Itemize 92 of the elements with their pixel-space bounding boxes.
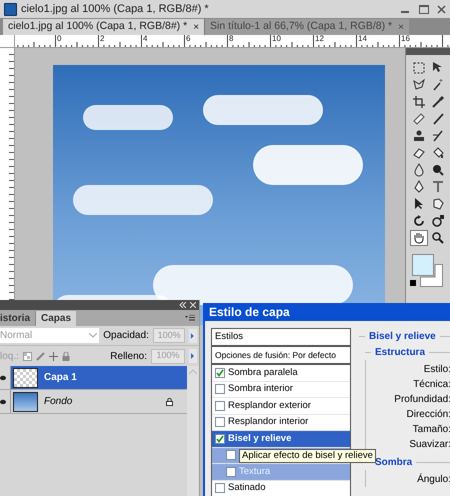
checkerboard-icon[interactable] — [22, 352, 32, 360]
move-icon — [430, 61, 444, 75]
ruler-number: 8 — [229, 35, 234, 43]
background-swatch[interactable] — [420, 264, 443, 287]
shape-icon — [430, 197, 444, 211]
checkbox[interactable] — [215, 417, 225, 428]
checkbox[interactable] — [215, 434, 225, 444]
style-item[interactable]: Resplandor exterior — [212, 398, 350, 414]
checkbox[interactable] — [226, 450, 236, 460]
close-icon[interactable] — [437, 4, 446, 14]
field-label: Profundidad: — [394, 393, 450, 407]
style-item[interactable]: Resplandor interior — [212, 414, 350, 431]
ruler-number: 10 — [272, 35, 281, 43]
styles-header[interactable]: Estilos — [212, 329, 350, 347]
search-icon — [430, 231, 444, 245]
maximize-icon[interactable] — [419, 4, 429, 14]
style-name: Bisel y relieve — [228, 432, 292, 446]
section-title: Bisel y relieve — [369, 330, 436, 344]
eraser-icon — [412, 146, 426, 160]
checkbox[interactable] — [215, 400, 225, 411]
field-label: Tamaño: — [412, 423, 450, 437]
group-title: Estructura — [375, 346, 426, 360]
field-label: Estilo: — [424, 363, 450, 377]
ruler-number: 0 — [57, 35, 62, 43]
checkbox[interactable] — [215, 368, 225, 378]
check-icon — [216, 368, 224, 377]
style-name: Sombra paralela — [228, 366, 298, 380]
hand-icon — [412, 231, 426, 245]
opacity-label: Opacidad: — [103, 329, 149, 343]
tool-button[interactable] — [410, 230, 428, 246]
sphere-icon — [430, 163, 444, 177]
lock-icon — [166, 398, 173, 406]
document-tab[interactable]: Sin título-1 al 66,7% (Capa 1, RGB/8) * × — [204, 19, 409, 35]
move-icon[interactable] — [48, 352, 58, 360]
pen-icon — [412, 180, 426, 194]
field-label: Ángulo: — [417, 472, 450, 487]
stamp-icon — [412, 129, 426, 143]
close-tab-icon[interactable]: × — [193, 20, 200, 34]
layer-name: Capa 1 — [44, 371, 78, 385]
style-name: Textura — [239, 464, 270, 479]
panel-menu-icon[interactable] — [185, 315, 195, 321]
dialog-title: Estilo de capa — [209, 304, 290, 321]
brush-icon — [430, 112, 444, 126]
paint-bucket-icon — [430, 146, 444, 160]
style-name: Satinado — [228, 481, 266, 496]
panel-header — [406, 48, 450, 55]
collapse-icon[interactable] — [179, 302, 187, 308]
ruler-number: 4 — [143, 35, 148, 43]
window-title: cielo1.jpg al 100% (Capa 1, RGB/8#) * — [21, 2, 209, 17]
ruler-number: 14 — [358, 35, 367, 43]
brush-icon — [430, 129, 444, 143]
type-icon — [430, 180, 444, 194]
style-name: Resplandor interior — [228, 415, 308, 430]
check-icon — [216, 434, 224, 443]
drop-icon — [412, 163, 426, 177]
style-item[interactable]: Satinado — [212, 480, 350, 496]
close-tab-icon[interactable]: × — [398, 20, 404, 34]
foreground-swatch[interactable] — [412, 254, 434, 276]
checkbox[interactable] — [226, 466, 236, 477]
lock-label: loq.: — [0, 350, 19, 364]
style-item[interactable]: Sombra paralela — [212, 365, 350, 382]
field-label: Suavizar: — [409, 438, 450, 452]
default-colors-icon[interactable] — [410, 280, 416, 286]
ruler-number: 6 — [186, 35, 190, 43]
layer-name: Fondo — [44, 395, 74, 409]
checkbox[interactable] — [215, 384, 225, 394]
document-tab[interactable]: cielo1.jpg al 100% (Capa 1, RGB/8#) * × — [3, 19, 204, 35]
crop-icon — [412, 95, 426, 109]
magic-wand-icon — [430, 78, 444, 92]
ruler-number: 2 — [100, 35, 104, 43]
checkbox[interactable] — [215, 483, 225, 494]
rotate-icon — [412, 214, 426, 228]
marquee-icon — [412, 61, 426, 75]
transparency-thumbnail — [13, 368, 38, 388]
app-icon — [4, 2, 17, 16]
tooltip: Aplicar efecto de bisel y relieve — [239, 449, 376, 463]
style-item[interactable]: Bisel y relieve — [212, 431, 350, 448]
lasso-icon — [412, 78, 426, 92]
style-name: Sombra interior — [228, 382, 293, 396]
tool-button[interactable] — [410, 94, 428, 110]
style-name: Resplandor exterior — [228, 398, 311, 413]
orbit-icon — [430, 214, 444, 228]
group-title: Sombra — [375, 456, 412, 470]
eyedropper-icon — [430, 95, 444, 109]
field-label: Dirección: — [406, 408, 450, 422]
ruler-number: 12 — [315, 35, 324, 43]
field-label: Técnica: — [413, 378, 450, 392]
fill-label: Relleno: — [110, 350, 147, 364]
ruler-number: 16 — [401, 35, 410, 43]
sky-thumbnail — [13, 392, 38, 412]
style-item[interactable]: Sombra interior — [212, 382, 350, 398]
scrollbar[interactable] — [187, 366, 199, 496]
